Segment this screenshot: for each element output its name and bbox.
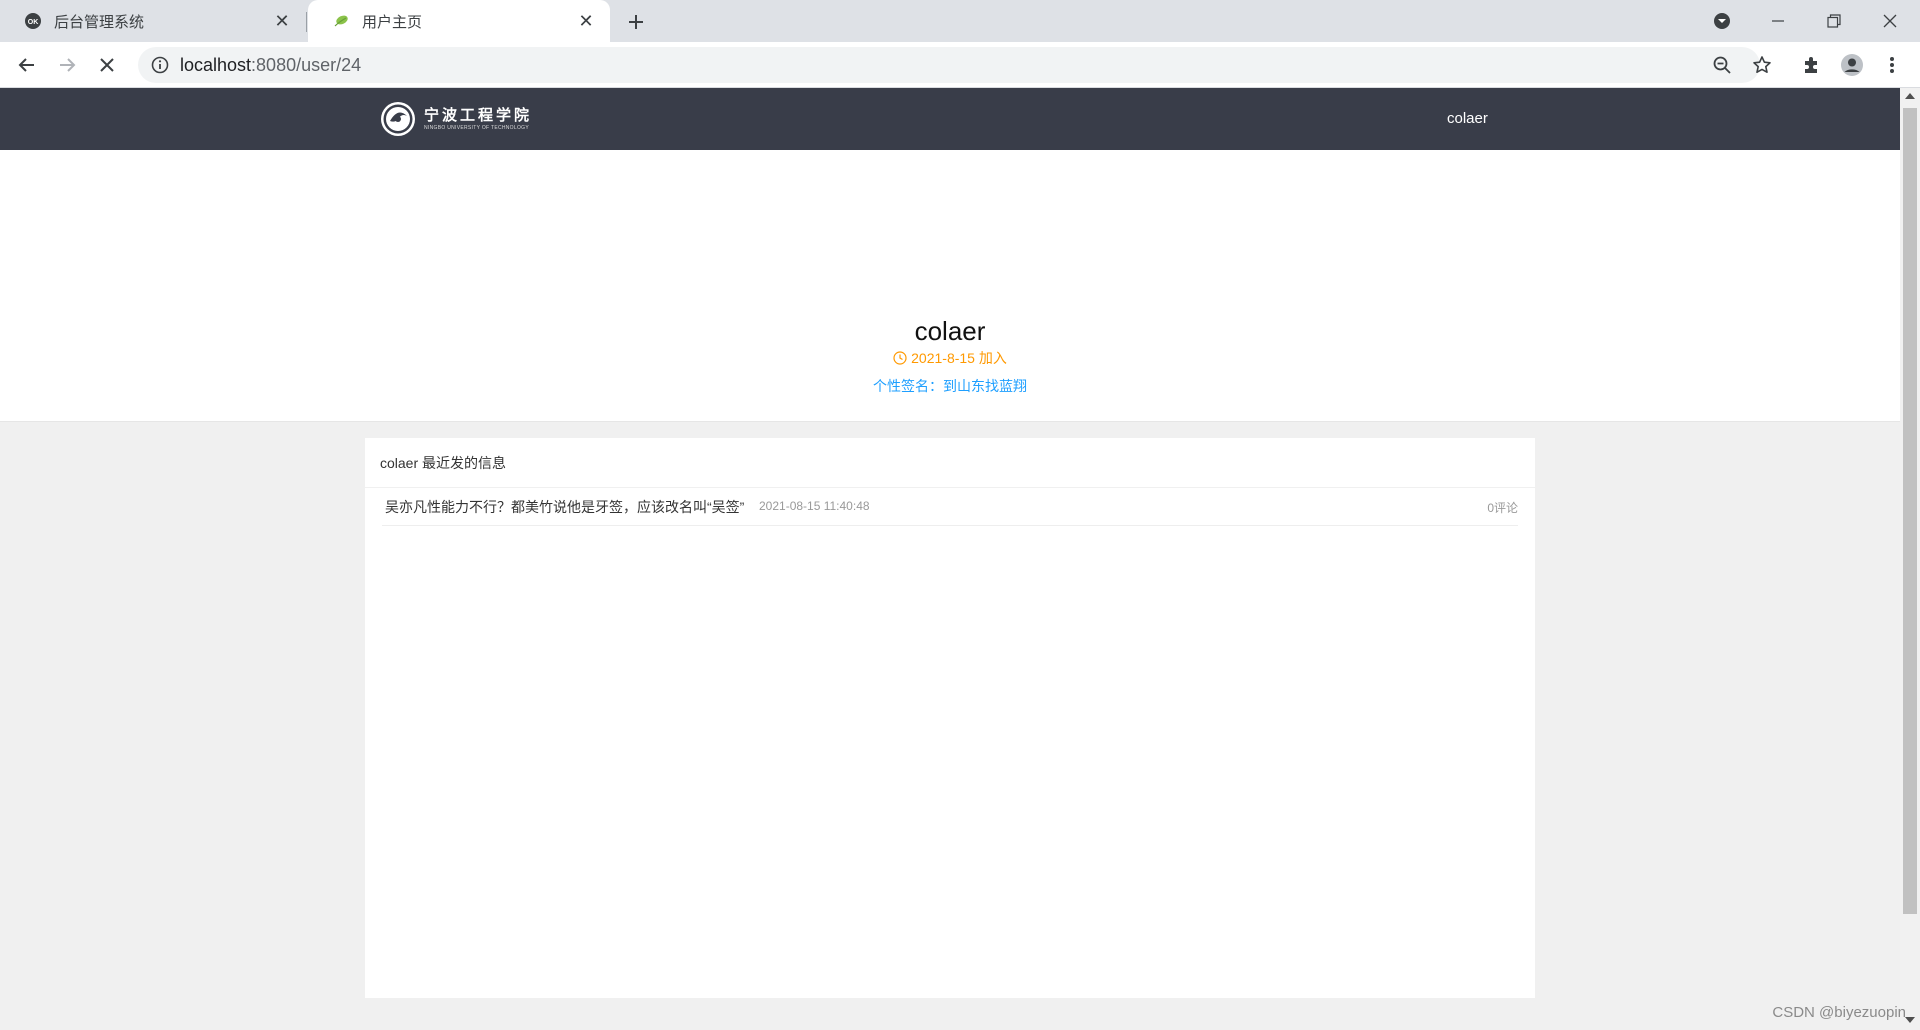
restore-icon[interactable] [1806,0,1862,42]
site-header: 宁波工程学院 NINGBO UNIVERSITY OF TECHNOLOGY c… [0,88,1900,150]
close-icon[interactable]: ✕ [576,11,596,31]
logo-chinese-name: 宁波工程学院 [424,106,533,124]
close-window-icon[interactable] [1862,0,1918,42]
post-comment-count: 0评论 [1487,501,1518,515]
clock-icon [893,351,907,365]
tab-title: 用户主页 [362,13,423,31]
tab-title: 后台管理系统 [54,13,145,31]
join-date-text: 2021-8-15 加入 [911,350,1007,366]
url-text: localhost:8080/user/24 [180,55,361,76]
minimize-icon[interactable] [1750,0,1806,42]
nav-username[interactable]: colaer [1447,110,1488,127]
recent-posts-title: colaer 最近发的信息 [380,455,507,471]
list-item[interactable]: 吴亦凡性能力不行？都美竹说他是牙签，应该改名叫“吴签” 2021-08-15 1… [382,488,1518,526]
extensions-puzzle-icon[interactable] [1797,50,1827,80]
ok-circle-icon: OK [24,12,42,30]
stop-loading-icon[interactable] [92,50,122,80]
university-emblem-icon [381,102,415,136]
url-path: :8080/user/24 [251,54,362,75]
forward-arrow-icon[interactable] [52,50,82,80]
post-title-link[interactable]: 吴亦凡性能力不行？都美竹说他是牙签，应该改名叫“吴签” [385,497,744,517]
info-icon[interactable] [150,55,170,75]
post-time: 2021-08-15 11:40:48 [759,499,870,513]
watermark-text: CSDN @biyezuopin [1772,1004,1906,1021]
recent-posts-panel: colaer 最近发的信息 吴亦凡性能力不行？都美竹说他是牙签，应该改名叫“吴签… [365,438,1535,998]
url-host: localhost [180,54,252,75]
site-logo[interactable]: 宁波工程学院 NINGBO UNIVERSITY OF TECHNOLOGY [380,101,532,137]
profile-username: colaer [914,316,986,346]
kebab-menu-icon[interactable] [1877,50,1907,80]
back-arrow-icon[interactable] [12,50,42,80]
profile-signature: 个性签名：到山东找蓝翔 [873,378,1027,394]
web-page: 宁波工程学院 NINGBO UNIVERSITY OF TECHNOLOGY c… [0,88,1900,1030]
close-icon[interactable]: ✕ [272,11,292,31]
new-tab-plus-icon[interactable] [622,8,650,36]
page-scrollbar[interactable] [1900,88,1920,1030]
scrollbar-thumb[interactable] [1903,108,1917,914]
join-date: 2021-8-15 加入 [0,348,1900,368]
zoom-out-icon[interactable] [1707,50,1737,80]
bookmark-star-icon[interactable] [1747,50,1777,80]
tab-divider [306,12,307,32]
tab-user-home[interactable]: 用户主页 ✕ [308,0,610,42]
address-bar[interactable]: localhost:8080/user/24 [138,47,1760,83]
profile-avatar-icon[interactable] [1837,50,1867,80]
tab-search-icon[interactable] [1694,0,1750,42]
tab-admin[interactable]: OK 后台管理系统 ✕ [0,0,306,42]
scroll-down-arrow-icon[interactable] [1905,1017,1915,1023]
svg-text:OK: OK [28,19,39,26]
browser-tab-strip: OK 后台管理系统 ✕ 用户主页 ✕ [0,0,1920,42]
scroll-up-arrow-icon[interactable] [1905,93,1915,99]
profile-header: colaer 2021-8-15 加入 个性签名：到山东找蓝翔 [0,150,1900,422]
logo-english-name: NINGBO UNIVERSITY OF TECHNOLOGY [424,125,529,131]
browser-toolbar: localhost:8080/user/24 [0,42,1920,88]
leaf-icon [332,12,350,30]
